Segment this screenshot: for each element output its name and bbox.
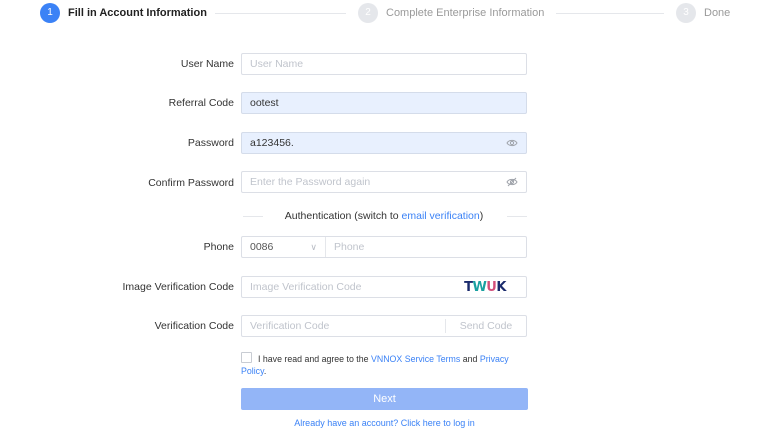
password-input[interactable] [242, 133, 498, 153]
email-verification-link[interactable]: email verification [402, 210, 480, 222]
step-done: 3 Done [676, 3, 730, 23]
verification-code-input[interactable] [242, 316, 448, 336]
step-number: 3 [676, 3, 696, 23]
confirm-password-label: Confirm Password [148, 177, 234, 189]
step-number: 2 [358, 3, 378, 23]
referral-code-input[interactable] [242, 93, 498, 113]
confirm-password-input[interactable] [242, 172, 498, 192]
password-field [241, 132, 527, 154]
authentication-text: Authentication (switch to email verifica… [241, 210, 527, 222]
captcha-char: K [496, 279, 506, 295]
step-number: 1 [40, 3, 60, 23]
agree-prefix: I have read and agree to the [258, 354, 371, 364]
divider-line [507, 216, 527, 217]
image-verification-code-input[interactable] [242, 277, 448, 297]
agree-suffix: . [263, 366, 267, 376]
confirm-password-field [241, 171, 527, 193]
agree-checkbox[interactable] [241, 352, 252, 363]
step-label: Complete Enterprise Information [386, 7, 545, 19]
step-account-info: 1 Fill in Account Information [40, 3, 207, 23]
phone-label: Phone [203, 241, 234, 253]
step-connector [215, 13, 346, 14]
service-terms-link[interactable]: VNNOX Service Terms [371, 354, 460, 364]
country-code-select[interactable]: 0086 ∨ [242, 237, 326, 257]
captcha-image[interactable]: TWUK [446, 278, 524, 296]
step-label: Done [704, 7, 731, 19]
eye-icon[interactable] [506, 137, 518, 149]
image-verification-code-label: Image Verification Code [122, 281, 234, 293]
captcha-char: U [486, 279, 497, 295]
agreement: I have read and agree to the VNNOX Servi… [241, 352, 531, 377]
authentication-divider: Authentication (switch to email verifica… [241, 210, 527, 222]
captcha-char: T [464, 279, 473, 295]
referral-code-field [241, 92, 527, 114]
step-enterprise-info: 2 Complete Enterprise Information [358, 3, 544, 23]
phone-input[interactable] [326, 237, 532, 257]
chevron-down-icon: ∨ [310, 242, 317, 252]
step-label: Fill in Account Information [68, 7, 207, 19]
username-field [241, 53, 527, 75]
agree-and: and [460, 354, 480, 364]
next-button[interactable]: Next [241, 388, 528, 410]
auth-suffix: ) [479, 210, 484, 222]
phone-field: 0086 ∨ [241, 236, 532, 258]
referral-code-label: Referral Code [168, 97, 234, 109]
progress-stepper: 1 Fill in Account Information 2 Complete… [0, 0, 768, 28]
password-label: Password [187, 137, 234, 149]
username-input[interactable] [242, 54, 498, 74]
captcha-char: W [472, 279, 487, 295]
username-label: User Name [180, 58, 234, 70]
verification-code-label: Verification Code [154, 320, 234, 332]
login-link[interactable]: Already have an account? Click here to l… [241, 418, 528, 428]
send-code-button[interactable]: Send Code [445, 319, 526, 333]
eye-off-icon[interactable] [506, 176, 518, 188]
step-connector [556, 13, 664, 14]
image-verification-code-field: TWUK [241, 276, 527, 298]
country-code-value: 0086 [250, 241, 274, 253]
auth-prefix: Authentication (switch to [284, 210, 402, 222]
verification-code-field: Send Code [241, 315, 527, 337]
